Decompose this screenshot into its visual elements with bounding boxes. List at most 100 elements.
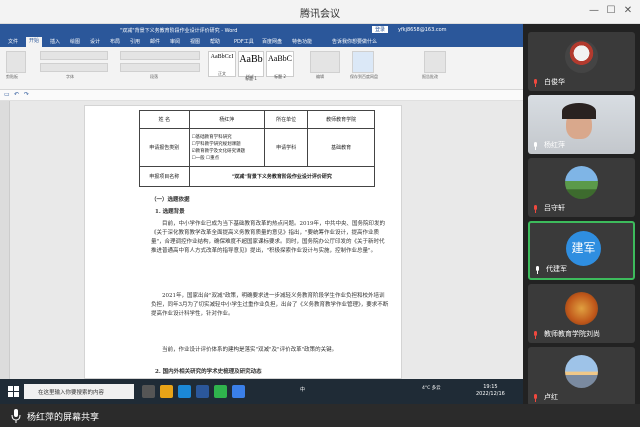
heading-background: 1. 选题背景 (155, 209, 185, 215)
participant-tile[interactable]: 建军 代建军 (528, 221, 635, 280)
avatar (565, 292, 598, 325)
paragraph-3: 当前，作业设计评价体系的建构是落实"双减"及"评价改革"政策的关键。 (162, 347, 338, 353)
shared-screen: "双减"背景下义务教育阶段作业设计评价研究 - Word yfkj8658@16… (0, 24, 523, 404)
tab-layout[interactable]: 布局 (110, 38, 120, 45)
style-heading2[interactable]: AaBbC 标题 2 (266, 51, 294, 79)
taskbar-lang[interactable]: 中 (300, 386, 305, 393)
participant-name: 教师教育学院刘尚 (544, 330, 600, 338)
group-report: 报告批改 (422, 74, 438, 79)
style-normal[interactable]: AaBbCcI 正文 (208, 51, 236, 77)
group-editing: 编辑 (316, 74, 324, 79)
tell-me-search[interactable]: 告诉我你想要做什么 (332, 38, 377, 45)
tab-features[interactable]: 特色功能 (292, 38, 312, 45)
save-icon[interactable]: ▭ (4, 91, 10, 98)
document-area: 姓 名 杨红萍 所在单位 教师教育学院 申请报告类别 ☐基础教育学科研究 ☐学科… (0, 101, 523, 379)
font-selector[interactable] (40, 51, 108, 60)
group-paragraph: 段落 (150, 74, 158, 79)
participant-name: 代建军 (546, 265, 567, 273)
tab-insert[interactable]: 插入 (50, 38, 60, 45)
tab-review[interactable]: 审阅 (170, 38, 180, 45)
share-label: 杨红萍的屏幕共享 (27, 413, 100, 423)
participant-tile[interactable]: 吕守轩 (528, 158, 635, 217)
tab-help[interactable]: 帮助 (210, 38, 220, 45)
participant-tile[interactable]: 白俊华 (528, 32, 635, 91)
report-button[interactable] (424, 51, 446, 73)
maximize-icon[interactable]: ☐ (603, 3, 619, 19)
mic-icon (534, 79, 537, 87)
heading-research: 2. 国内外相关研究的学术史梳理及研究动态 (155, 369, 262, 375)
avatar (565, 355, 598, 388)
windows-start-icon[interactable] (8, 386, 19, 397)
name-label: 姓 名 (139, 110, 190, 129)
participant-tile[interactable]: 杨红萍 (528, 95, 635, 154)
taskbar-search[interactable]: 在这里输入你要搜索的内容 (24, 384, 134, 399)
paste-button[interactable] (6, 51, 26, 73)
windows-taskbar: 在这里输入你要搜索的内容 中 4°C 多云 19:15 2022/12/16 (0, 379, 523, 404)
participant-tile[interactable]: 卢红 (528, 347, 635, 406)
tab-view[interactable]: 视图 (190, 38, 200, 45)
mic-icon[interactable] (10, 409, 22, 423)
word-user: yfkj8658@163.com (398, 27, 447, 33)
weather[interactable]: 4°C 多云 (422, 385, 448, 391)
avatar (565, 40, 598, 73)
bottom-bar: 杨红萍的屏幕共享 (0, 404, 640, 427)
avatar (565, 166, 598, 199)
meeting-title: 腾讯会议 (300, 9, 340, 20)
clock[interactable]: 19:15 2022/12/16 (476, 384, 505, 398)
tab-mailings[interactable]: 邮件 (150, 38, 160, 45)
word-doc-title: "双减"背景下义务教育阶段作业设计评价研究 - Word (120, 28, 238, 34)
name-value: 杨红萍 (188, 110, 266, 129)
edge-icon[interactable] (178, 385, 191, 398)
meeting-icon[interactable] (232, 385, 245, 398)
application-form: 姓 名 杨红萍 所在单位 教师教育学院 申请报告类别 ☐基础教育学科研究 ☐学科… (139, 110, 376, 187)
minimize-icon[interactable]: — (586, 3, 602, 19)
tab-file[interactable]: 文件 (8, 38, 18, 45)
tab-draw[interactable]: 绘图 (70, 38, 80, 45)
participant-name: 卢红 (544, 393, 558, 401)
participant-tile[interactable]: 教师教育学院刘尚 (528, 284, 635, 343)
apply-label: 申请学科 (264, 128, 309, 167)
tab-home[interactable]: 开始 (26, 37, 43, 47)
wechat-icon[interactable] (214, 385, 227, 398)
unit-value: 教师教育学院 (307, 110, 375, 129)
tab-design[interactable]: 设计 (90, 38, 100, 45)
tab-baidu[interactable]: 百度网盘 (262, 38, 282, 45)
vertical-ruler (0, 101, 10, 379)
task-view-icon[interactable] (142, 385, 155, 398)
word-titlebar: "双减"背景下义务教育阶段作业设计评价研究 - Word yfkj8658@16… (0, 24, 523, 36)
redo-icon[interactable]: ↷ (24, 91, 29, 98)
type-label: 申请报告类别 (139, 128, 190, 167)
group-styles: 样式 (246, 74, 254, 79)
unit-label: 所在单位 (264, 110, 309, 129)
video-hair (562, 103, 596, 119)
ribbon: AaBbCcI 正文 AaBb 标题 1 AaBbC 标题 2 剪贴板 字体 段落 样… (0, 47, 523, 90)
edit-group[interactable] (310, 51, 340, 73)
avatar: 建军 (566, 231, 601, 266)
participants-panel: 白俊华 杨红萍 吕守轩 建军 代建军 教师教育学院刘尚 卢红 (523, 24, 640, 406)
tab-pdf[interactable]: PDF工具 (234, 38, 254, 45)
group-clipboard: 剪贴板 (6, 74, 18, 79)
group-font: 字体 (66, 74, 74, 79)
font-format-row[interactable] (40, 63, 108, 72)
mic-icon (534, 394, 537, 402)
tab-references[interactable]: 引用 (130, 38, 140, 45)
group-baidu: 保存到百度网盘 (350, 74, 378, 79)
paragraph-1: 目前，中小学作业已成为当下基础教育改革的热点问题。2019年，中共中央、国务院印… (151, 221, 385, 254)
paragraph-row-2[interactable] (120, 63, 200, 72)
participant-name: 杨红萍 (544, 141, 565, 149)
close-icon[interactable]: ✕ (620, 3, 636, 19)
participant-name: 吕守轩 (544, 204, 565, 212)
explorer-icon[interactable] (160, 385, 173, 398)
document-page[interactable]: 姓 名 杨红萍 所在单位 教师教育学院 申请报告类别 ☐基础教育学科研究 ☐学科… (84, 105, 402, 379)
undo-icon[interactable]: ↶ (14, 91, 19, 98)
project-label: 申报项目名称 (139, 166, 190, 187)
word-icon[interactable] (196, 385, 209, 398)
mic-icon (534, 142, 537, 150)
baidu-save-button[interactable] (352, 51, 374, 73)
type-options: ☐基础教育学科研究 ☐学科教学研究规划课题 ☑教育教学及文化研究课题 ☐一般 ☐… (188, 128, 266, 167)
word-tab-bar: 文件 开始 插入 绘图 设计 布局 引用 邮件 审阅 视图 帮助 PDF工具 百… (0, 36, 523, 47)
apply-value: 基础教育 (307, 128, 375, 167)
heading-basis: （一）选题依据 (151, 197, 190, 203)
sign-in-button[interactable]: 登录 (372, 26, 389, 33)
paragraph-row-1[interactable] (120, 51, 200, 60)
